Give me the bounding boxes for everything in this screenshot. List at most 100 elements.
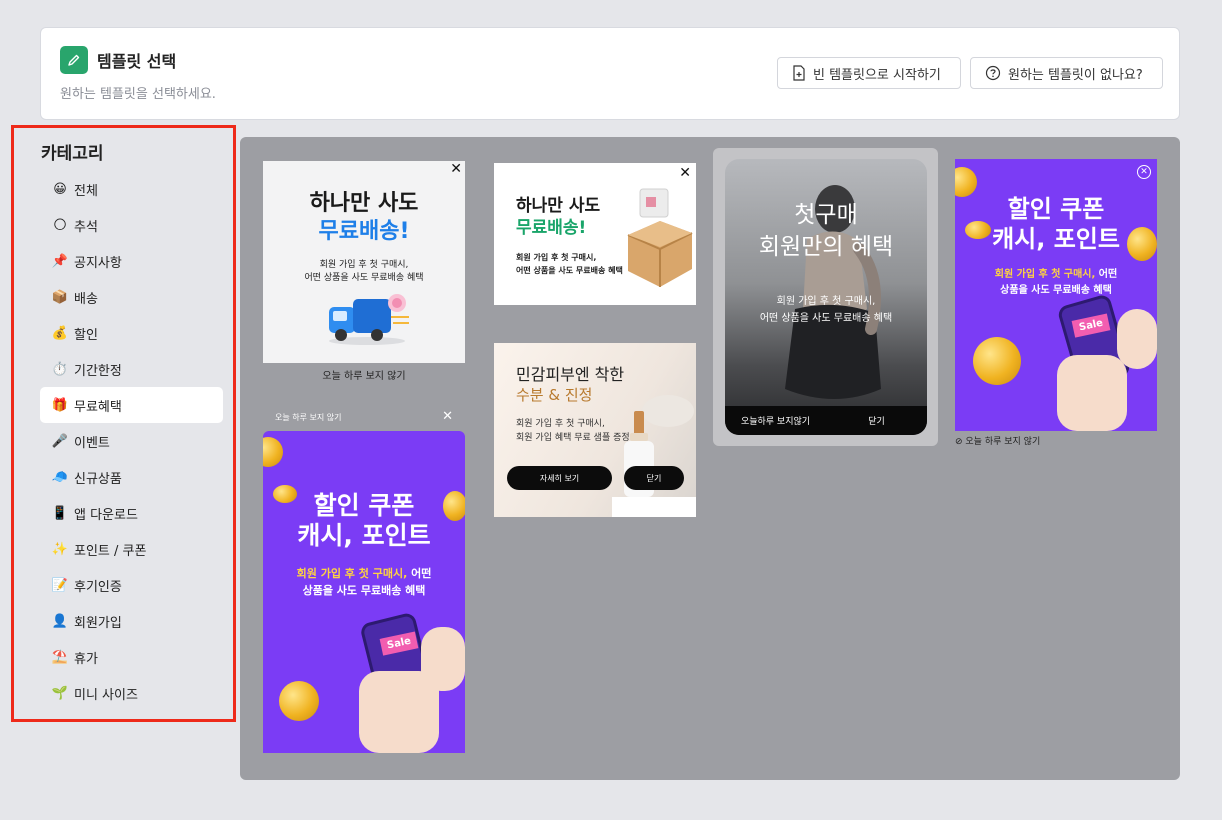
- stopwatch-icon: ⏱️: [51, 361, 69, 377]
- gift-icon: 🎁: [51, 397, 69, 413]
- category-item-chuseok[interactable]: 🌕 추석: [40, 207, 223, 243]
- view-detail-button[interactable]: 자세히 보기: [507, 466, 612, 490]
- card-body-rest: 어떤: [1095, 269, 1118, 280]
- category-label: 무료혜택: [74, 399, 122, 415]
- category-label: 후기인증: [74, 579, 122, 595]
- category-label: 할인: [74, 327, 98, 343]
- pin-icon: 📌: [51, 253, 69, 269]
- card-body-line: 어떤 상품을 사도 무료배송 혜택: [516, 266, 623, 275]
- blank-template-button[interactable]: 빈 템플릿으로 시작하기: [777, 57, 961, 89]
- category-sidebar: 카테고리 😀 전체 🌕 추석 📌 공지사항 📦 배송 💰 할인 ⏱️ 기간한정 🎁 무료혜택 …: [11, 125, 236, 722]
- category-label: 추석: [74, 219, 98, 235]
- card-highlight: 수분 & 진정: [516, 386, 593, 404]
- category-item-discount[interactable]: 💰 할인: [40, 315, 223, 351]
- card-body-line: 상품을 사도 무료배송 혜택: [302, 584, 426, 597]
- close-button[interactable]: 닫기: [826, 414, 927, 427]
- category-label: 앱 다운로드: [74, 507, 138, 523]
- card-footer-bar: 오늘하루 보지않기 닫기: [725, 406, 927, 435]
- delivery-truck-icon: [329, 294, 409, 345]
- question-circle-icon: [985, 65, 1001, 81]
- coin-icon: [279, 681, 319, 721]
- category-item-all[interactable]: 😀 전체: [40, 171, 223, 207]
- dont-show-today-caption: 오늘 하루 보지 않기: [322, 371, 406, 382]
- card-body: 회원 가입 후 첫 구매시, 회원 가입 혜택 무료 샘플 증정: [516, 417, 630, 445]
- category-item-event[interactable]: 🎤 이벤트: [40, 423, 223, 459]
- category-item-review[interactable]: 📝 후기인증: [40, 567, 223, 603]
- template-card-shipping-2[interactable]: 하나만 사도 무료배송! 회원 가입 후 첫 구매시, 어떤 상품을 사도 무료…: [494, 163, 696, 305]
- template-card-shipping-1[interactable]: 하나만 사도 무료배송! 회원 가입 후 첫 구매시, 어떤 상품을 사도 무료…: [263, 161, 465, 363]
- template-card-member[interactable]: 첫구매 회원만의 혜택 회원 가입 후 첫 구매시, 어떤 상품을 사도 무료배…: [725, 159, 927, 435]
- card-body-line: 어떤 상품을 사도 무료배송 혜택: [304, 273, 424, 283]
- hand-icon: [421, 627, 465, 691]
- card-highlight: 무료배송!: [516, 218, 587, 238]
- smile-icon: 😀: [53, 181, 67, 197]
- card-body-line: 상품을 사도 무료배송 혜택: [1000, 285, 1112, 296]
- close-icon[interactable]: ✕: [450, 162, 462, 176]
- category-item-notice[interactable]: 📌 공지사항: [40, 243, 223, 279]
- close-button[interactable]: 닫기: [624, 466, 684, 490]
- category-label: 휴가: [74, 651, 98, 667]
- template-card-sample[interactable]: 민감피부엔 착한 수분 & 진정 회원 가입 후 첫 구매시, 회원 가입 혜택…: [494, 343, 696, 517]
- category-item-app-download[interactable]: 📱 앱 다운로드: [40, 495, 223, 531]
- coin-icon: [263, 437, 283, 467]
- dont-show-today-caption: ⊘ 오늘 하루 보지 않기: [955, 437, 1041, 447]
- category-item-point-coupon[interactable]: ✨ 포인트 / 쿠폰: [40, 531, 223, 567]
- card-body-line: 회원 가입 후 첫 구매시,: [319, 260, 409, 270]
- category-label: 이벤트: [74, 435, 110, 451]
- file-plus-icon: [793, 65, 805, 81]
- template-gallery: 하나만 사도 무료배송! 회원 가입 후 첫 구매시, 어떤 상품을 사도 무료…: [240, 137, 1180, 780]
- category-item-signup[interactable]: 👤 회원가입: [40, 603, 223, 639]
- pencil-icon: [60, 46, 88, 74]
- card-body-line: 회원 가입 혜택 무료 샘플 증정: [516, 433, 630, 443]
- card-body-line: 회원 가입 후 첫 구매시, 어떤: [955, 267, 1157, 283]
- category-item-new-product[interactable]: 🧢 신규상품: [40, 459, 223, 495]
- close-icon[interactable]: ✕: [1137, 165, 1151, 179]
- package-icon: 📦: [51, 289, 69, 305]
- dont-show-today-caption[interactable]: 오늘 하루 보지 않기: [275, 412, 342, 423]
- category-item-free-benefit[interactable]: 🎁 무료혜택: [40, 387, 223, 423]
- cap-icon: 🧢: [51, 469, 69, 485]
- category-label: 미니 사이즈: [74, 687, 138, 703]
- category-item-limited[interactable]: ⏱️ 기간한정: [40, 351, 223, 387]
- request-template-label: 원하는 템플릿이 없나요?: [1008, 67, 1143, 83]
- card-body-highlight: 회원 가입 후 첫 구매시,: [296, 567, 408, 580]
- card-body-line: 회원 가입 후 첫 구매시,: [516, 253, 597, 262]
- card-highlight: 무료배송!: [318, 219, 410, 244]
- card-body: 회원 가입 후 첫 구매시, 어떤 상품을 사도 무료배송 혜택: [725, 293, 927, 327]
- card-body-line: 어떤 상품을 사도 무료배송 혜택: [759, 313, 893, 324]
- template-card-coupon-1[interactable]: 할인 쿠폰 캐시, 포인트 회원 가입 후 첫 구매시, 어떤 상품을 사도 무…: [955, 159, 1157, 431]
- category-label: 공지사항: [74, 255, 122, 271]
- card-title: 첫구매: [794, 202, 858, 228]
- dont-show-today-button[interactable]: 오늘하루 보지않기: [725, 414, 826, 427]
- request-template-button[interactable]: 원하는 템플릿이 없나요?: [970, 57, 1163, 89]
- card-body: 회원 가입 후 첫 구매시, 어떤 상품을 사도 무료배송 혜택: [263, 259, 465, 285]
- page-subtitle: 원하는 템플릿을 선택하세요.: [60, 87, 216, 102]
- category-label: 배송: [74, 291, 98, 307]
- category-label: 기간한정: [74, 363, 122, 379]
- sparkles-icon: ✨: [51, 541, 69, 557]
- card-body: 회원 가입 후 첫 구매시, 어떤 상품을 사도 무료배송 혜택: [263, 565, 465, 599]
- page-title: 템플릿 선택: [97, 52, 177, 71]
- template-header: 템플릿 선택 원하는 템플릿을 선택하세요. 빈 템플릿으로 시작하기 원하는 …: [40, 27, 1180, 120]
- hand-icon: [1057, 355, 1127, 431]
- category-label: 전체: [74, 183, 98, 199]
- hand-icon: [1117, 309, 1157, 369]
- beach-umbrella-icon: ⛱️: [51, 649, 69, 665]
- card-body-line: 회원 가입 후 첫 구매시,: [516, 419, 605, 429]
- category-title: 카테고리: [41, 144, 104, 164]
- close-icon[interactable]: ✕: [442, 410, 453, 424]
- money-bag-icon: 💰: [51, 325, 69, 341]
- category-item-mini-size[interactable]: 🌱 미니 사이즈: [40, 675, 223, 711]
- card-title: 민감피부엔 착한: [516, 365, 625, 384]
- template-card-coupon-2[interactable]: 할인 쿠폰 캐시, 포인트 회원 가입 후 첫 구매시, 어떤 상품을 사도 무…: [263, 431, 465, 753]
- category-item-vacation[interactable]: ⛱️ 휴가: [40, 639, 223, 675]
- card-body-line: 회원 가입 후 첫 구매시, 어떤: [263, 565, 465, 582]
- user-icon: 👤: [51, 613, 69, 629]
- category-item-shipping[interactable]: 📦 배송: [40, 279, 223, 315]
- microphone-icon: 🎤: [51, 433, 69, 449]
- card-body-highlight: 회원 가입 후 첫 구매시,: [994, 269, 1096, 280]
- package-box-icon: [627, 188, 693, 287]
- close-icon[interactable]: ✕: [679, 166, 691, 180]
- moon-icon: 🌕: [53, 217, 67, 233]
- category-label: 신규상품: [74, 471, 122, 487]
